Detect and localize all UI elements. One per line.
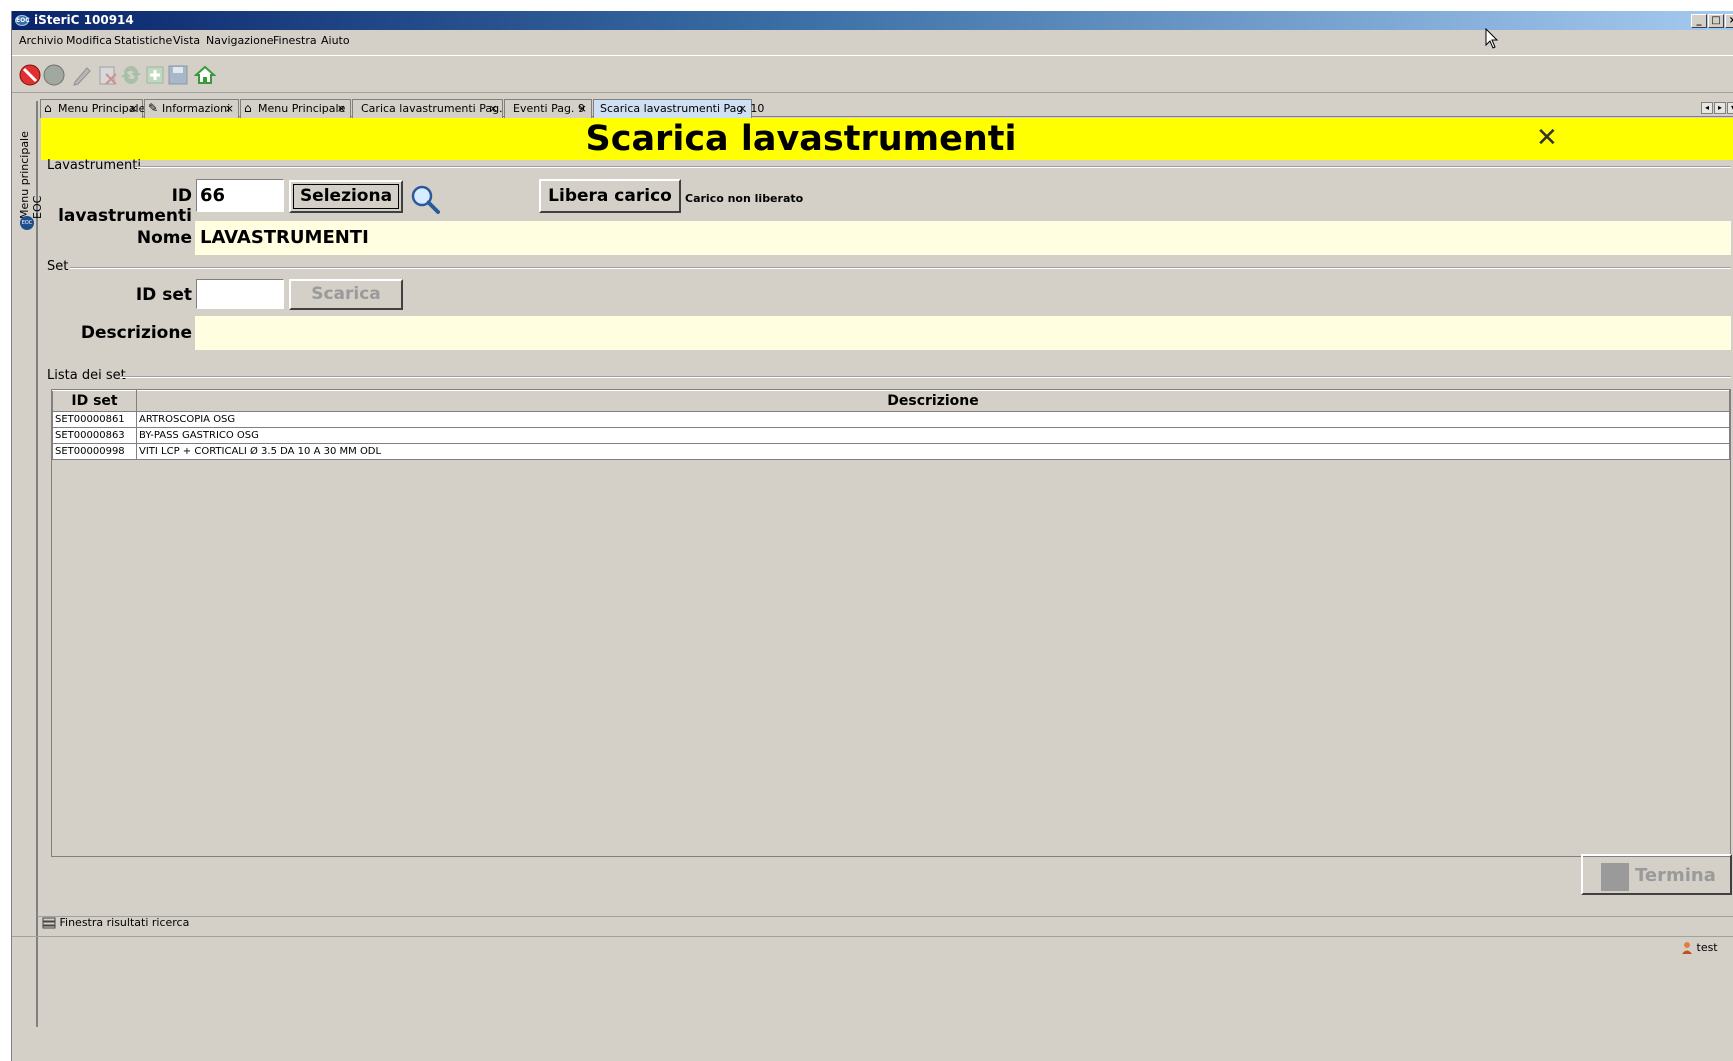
close-icon[interactable]: × (489, 100, 498, 117)
menu-navigazione[interactable]: Navigazione (206, 34, 274, 47)
table-row[interactable]: SET00000861 ARTROSCOPIA OSG (52, 411, 1730, 428)
divider (38, 916, 1733, 917)
descrizione-label: Descrizione (80, 323, 192, 343)
group-label-lavastrumenti: Lavastrumenti (47, 158, 141, 173)
menu-archivio[interactable]: Archivio (19, 34, 63, 47)
user-name: test (1696, 941, 1718, 954)
application-window: EOC iSteriC 100914 _ □ × Archivio Modifi… (11, 11, 1733, 1061)
close-icon[interactable]: × (738, 100, 747, 117)
id-set-label: ID set (135, 285, 192, 305)
group-label-set: Set (47, 259, 69, 274)
column-header-descrizione[interactable]: Descrizione (136, 390, 1730, 412)
termina-icon (1601, 863, 1629, 891)
page-title: Scarica lavastrumenti (585, 119, 1017, 159)
table-row[interactable]: SET00000998 VITI LCP + CORTICALI Ø 3.5 D… (52, 443, 1730, 460)
user-indicator: test (1681, 941, 1718, 955)
menu-statistiche[interactable]: Statistiche (114, 34, 172, 47)
menu-aiuto[interactable]: Aiuto (321, 34, 350, 47)
title-bar: EOC iSteriC 100914 _ □ × (12, 11, 1733, 30)
pencil-icon[interactable] (71, 64, 93, 86)
mouse-cursor-icon (1485, 28, 1499, 49)
nome-label: Nome (136, 228, 192, 248)
tab-menu-principale-2[interactable]: ⌂ Menu Principale × (240, 99, 351, 118)
termina-button[interactable]: Termina (1581, 854, 1732, 895)
tab-eventi[interactable]: Eventi Pag. 9 × (504, 99, 592, 118)
user-icon (1682, 942, 1692, 954)
statusbar-divider (12, 936, 1733, 937)
libera-carico-button[interactable]: Libera carico (539, 179, 681, 213)
tab-scarica-lavastrumenti[interactable]: Scarica lavastrumenti Pag. 10 × (593, 99, 764, 118)
table-cell-id: SET00000998 (52, 443, 137, 460)
toolbar (12, 55, 1733, 93)
table-cell-id: SET00000863 (52, 427, 137, 444)
id-set-input[interactable] (196, 279, 284, 309)
group-divider (70, 267, 1731, 269)
tab-menu-principale[interactable]: ⌂ Menu Principale × (40, 99, 145, 118)
group-label-lista: Lista dei set (47, 368, 126, 383)
seleziona-button[interactable]: Seleziona (289, 180, 403, 213)
minimize-button[interactable]: _ (1691, 14, 1707, 28)
menu-modifica[interactable]: Modifica (66, 34, 112, 47)
home-icon: ⌂ (244, 101, 252, 115)
home-icon: ⌂ (44, 101, 52, 115)
refresh-icon[interactable] (120, 64, 142, 86)
table-cell-id: SET00000861 (52, 411, 137, 428)
save-icon[interactable] (167, 64, 189, 86)
eoc-logo-icon: EOC (20, 216, 34, 230)
close-window-button[interactable]: × (1725, 14, 1733, 28)
carico-status-text: Carico non liberato (685, 192, 804, 205)
close-icon[interactable]: × (578, 100, 587, 117)
group-divider (120, 376, 1731, 378)
stop-icon[interactable] (19, 64, 41, 86)
table-cell-descrizione: VITI LCP + CORTICALI Ø 3.5 DA 10 A 30 MM… (136, 443, 1730, 460)
edit-icon: ✎ (148, 101, 159, 115)
tab-informazioni[interactable]: ✎ Informazioni × (144, 99, 239, 118)
add-icon[interactable] (144, 64, 166, 86)
table-cell-descrizione: ARTROSCOPIA OSG (136, 411, 1730, 428)
menu-vista[interactable]: Vista (173, 34, 200, 47)
close-icon[interactable]: × (337, 100, 346, 117)
set-table: ID set Descrizione SET00000861 ARTROSCOP… (51, 389, 1731, 857)
tab-scroll-left-icon[interactable]: ◂ (1701, 102, 1713, 114)
column-header-id-set[interactable]: ID set (52, 390, 137, 412)
sidebar-tab[interactable]: Menu principale EOC EOC (14, 101, 44, 1027)
home-icon[interactable] (194, 64, 216, 86)
id-lavastrumenti-label: ID lavastrumenti (58, 186, 192, 226)
table-row[interactable]: SET00000863 BY-PASS GASTRICO OSG (52, 427, 1730, 444)
maximize-button[interactable]: □ (1708, 14, 1724, 28)
tab-carica-lavastrumenti[interactable]: Carica lavastrumenti Pag. 8 × (352, 99, 513, 118)
circle-icon[interactable] (43, 64, 65, 86)
menu-finestra[interactable]: Finestra (273, 34, 317, 47)
tab-list-icon[interactable]: ▾ (1727, 102, 1733, 114)
group-divider (135, 166, 1731, 168)
delete-icon[interactable] (97, 64, 119, 86)
close-icon[interactable]: × (225, 100, 234, 117)
menu-bar: Archivio Modifica Statistiche Vista Navi… (12, 31, 1733, 51)
id-lavastrumenti-input[interactable]: 66 (196, 179, 284, 212)
tab-scroll-right-icon[interactable]: ▸ (1714, 102, 1726, 114)
table-cell-descrizione: BY-PASS GASTRICO OSG (136, 427, 1730, 444)
search-icon[interactable] (409, 183, 443, 215)
page-banner: Scarica lavastrumenti ✕ (41, 118, 1733, 160)
search-results-panel[interactable]: Finestra risultati ricerca (42, 916, 189, 929)
scarica-button[interactable]: Scarica (289, 279, 403, 310)
tab-bar: ⌂ Menu Principale × ✎ Informazioni × ⌂ Menu P… (40, 97, 1733, 118)
nome-field: LAVASTRUMENTI (195, 221, 1731, 255)
search-results-label: Finestra risultati ricerca (59, 916, 190, 929)
eoc-logo-icon: EOC (15, 15, 30, 26)
close-icon[interactable]: ✕ (1536, 122, 1558, 154)
close-icon[interactable]: × (129, 100, 138, 117)
descrizione-field (195, 316, 1731, 350)
termina-label: Termina (1635, 865, 1716, 886)
stack-icon (42, 917, 56, 929)
window-title: iSteriC 100914 (34, 13, 134, 27)
